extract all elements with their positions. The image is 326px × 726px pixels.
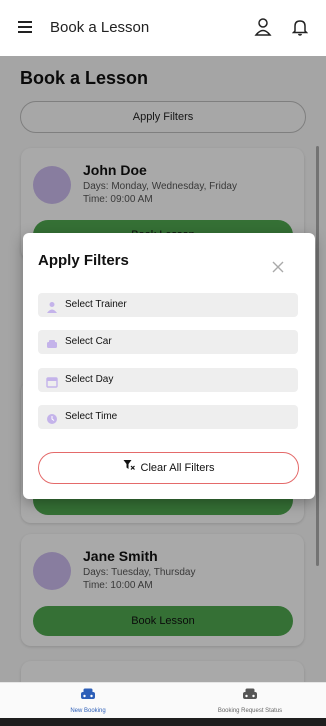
bottom-navigation: New Booking Booking Request Status: [0, 682, 326, 719]
select-time-label: Select Time: [65, 411, 118, 422]
close-icon[interactable]: [272, 260, 284, 273]
app-title: Book a Lesson: [50, 19, 150, 36]
filter-dialog: Apply Filters Select Trainer Select Car …: [23, 233, 315, 499]
bell-icon[interactable]: [291, 17, 309, 42]
clock-icon: [46, 411, 58, 424]
select-car-field[interactable]: Select Car: [38, 330, 298, 354]
car-icon: [80, 688, 96, 705]
select-trainer-field[interactable]: Select Trainer: [38, 293, 298, 317]
select-day-field[interactable]: Select Day: [38, 368, 298, 392]
nav-new-booking-label: New Booking: [70, 708, 106, 714]
system-bar: [0, 718, 326, 726]
nav-new-booking[interactable]: New Booking: [28, 687, 148, 714]
select-time-field[interactable]: Select Time: [38, 405, 298, 429]
filter-clear-icon: [123, 453, 135, 483]
car-icon: [46, 336, 58, 348]
menu-icon[interactable]: [18, 21, 32, 33]
calendar-icon: [46, 374, 58, 388]
user-icon[interactable]: [254, 17, 272, 42]
app-bar: Book a Lesson: [0, 0, 326, 56]
car-icon: [242, 688, 258, 705]
clear-all-filters-label: Clear All Filters: [140, 462, 215, 474]
dialog-title: Apply Filters: [38, 252, 129, 269]
select-car-label: Select Car: [65, 336, 112, 347]
select-day-label: Select Day: [65, 374, 114, 385]
nav-booking-request-status[interactable]: Booking Request Status: [190, 687, 310, 714]
select-trainer-label: Select Trainer: [65, 299, 127, 310]
clear-all-filters-button[interactable]: Clear All Filters: [38, 452, 299, 484]
nav-booking-request-status-label: Booking Request Status: [217, 708, 283, 714]
person-icon: [46, 299, 58, 313]
